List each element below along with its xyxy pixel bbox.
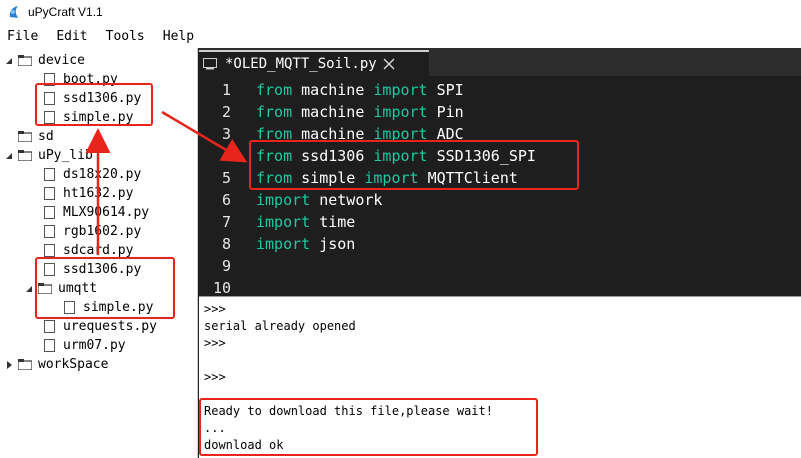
tree-label: urequests.py [63, 319, 157, 334]
upycraft-logo-icon [6, 4, 22, 20]
menu-tools[interactable]: Tools [104, 27, 147, 46]
import-name: Pin [427, 103, 464, 121]
module-name: time [310, 213, 356, 231]
keyword: from [256, 103, 293, 121]
console-line: >>> [204, 302, 226, 316]
line-number: 7 [221, 213, 231, 231]
annotation-box-download-status [199, 398, 538, 456]
tree-folder-upy-lib[interactable]: uPy_lib [4, 146, 93, 165]
tree-label: workSpace [38, 357, 109, 372]
annotation-box-lib-files [35, 257, 175, 319]
folder-icon [17, 131, 33, 143]
file-icon [44, 339, 55, 352]
tree-file-ht1632[interactable]: ht1632.py [44, 184, 133, 203]
module-name: json [310, 235, 356, 253]
tree-file-rgb1602[interactable]: rgb1602.py [44, 222, 141, 241]
code-text: import json [256, 235, 355, 253]
tree-label: rgb1602.py [63, 224, 142, 239]
tree-label: ht1632.py [63, 186, 134, 201]
tree-folder-workspace[interactable]: workSpace [4, 355, 108, 374]
line-number: 8 [221, 235, 231, 253]
code-line: 9 [199, 255, 801, 277]
tab-label: *OLED_MQTT_Soil.py [225, 56, 377, 72]
line-number: 1 [221, 81, 231, 99]
line-number: 10 [212, 279, 231, 296]
console-line: >>> [204, 370, 226, 384]
code-line: 8 import json [199, 233, 801, 255]
folder-icon [17, 359, 33, 371]
tree-label: MLX90614.py [63, 205, 150, 220]
file-icon [44, 187, 55, 200]
keyword: import [256, 235, 311, 253]
line-number: 9 [221, 257, 231, 275]
file-icon [44, 244, 55, 257]
tree-folder-device[interactable]: device [4, 51, 85, 70]
keyword: import [256, 191, 311, 209]
tree-label: uPy_lib [38, 148, 93, 163]
expanded-arrow-icon[interactable] [24, 284, 34, 294]
collapsed-arrow-icon[interactable] [4, 360, 14, 370]
line-number: 6 [221, 191, 231, 209]
console-line: serial already opened [204, 319, 356, 333]
console-line: >>> [204, 336, 226, 350]
tree-label: urm07.py [63, 338, 126, 353]
tree-file-ds18x20[interactable]: ds18x20.py [44, 165, 141, 184]
code-text: import network [256, 191, 382, 209]
code-text: import time [256, 213, 355, 231]
module-name: network [310, 191, 383, 209]
tree-folder-sd[interactable]: sd [17, 127, 54, 146]
tree-label: ds18x20.py [63, 167, 142, 182]
tree-file-mlx90614[interactable]: MLX90614.py [44, 203, 149, 222]
code-line: 1 from machine import SPI [199, 79, 801, 101]
file-icon [44, 168, 55, 181]
module-name: machine [292, 103, 374, 121]
code-line: 6 import network [199, 189, 801, 211]
import-name: SPI [427, 81, 464, 99]
keyword: import [373, 81, 428, 99]
tree-label: device [38, 53, 85, 68]
line-number: 3 [221, 125, 231, 143]
tree-label: sd [38, 129, 54, 144]
menu-file[interactable]: File [5, 27, 40, 46]
folder-icon [17, 55, 33, 67]
annotation-box-device-files [35, 83, 153, 126]
annotation-box-imports [249, 140, 579, 190]
menu-edit[interactable]: Edit [54, 27, 89, 46]
keyword: from [256, 81, 293, 99]
code-line: 10 [199, 277, 801, 296]
editor-tab-bar: *OLED_MQTT_Soil.py [199, 48, 801, 76]
file-icon [44, 320, 55, 333]
expanded-arrow-icon[interactable] [4, 151, 14, 161]
tree-file-urequests[interactable]: urequests.py [44, 317, 157, 336]
close-icon[interactable] [383, 58, 395, 70]
keyword: import [256, 213, 311, 231]
menu-help[interactable]: Help [161, 27, 196, 46]
menu-bar: File Edit Tools Help [0, 24, 801, 48]
module-name: machine [292, 81, 374, 99]
code-text: from machine import Pin [256, 103, 464, 121]
line-number: 5 [221, 169, 231, 187]
code-line: 2 from machine import Pin [199, 101, 801, 123]
tab-oled-mqtt-soil[interactable]: *OLED_MQTT_Soil.py [199, 50, 429, 76]
keyword: import [373, 103, 428, 121]
tree-file-urm07[interactable]: urm07.py [44, 336, 126, 355]
folder-icon [17, 150, 33, 162]
line-number: 4 [221, 147, 231, 165]
title-bar: uPyCraft V1.1 [0, 0, 801, 24]
code-line: 7 import time [199, 211, 801, 233]
window-title: uPyCraft V1.1 [28, 5, 103, 19]
code-text: from machine import SPI [256, 81, 464, 99]
file-icon [44, 206, 55, 219]
file-tab-icon [203, 55, 217, 74]
file-icon [44, 225, 55, 238]
line-number: 2 [221, 103, 231, 121]
expanded-arrow-icon[interactable] [4, 56, 14, 66]
tree-label: sdcard.py [63, 243, 134, 258]
